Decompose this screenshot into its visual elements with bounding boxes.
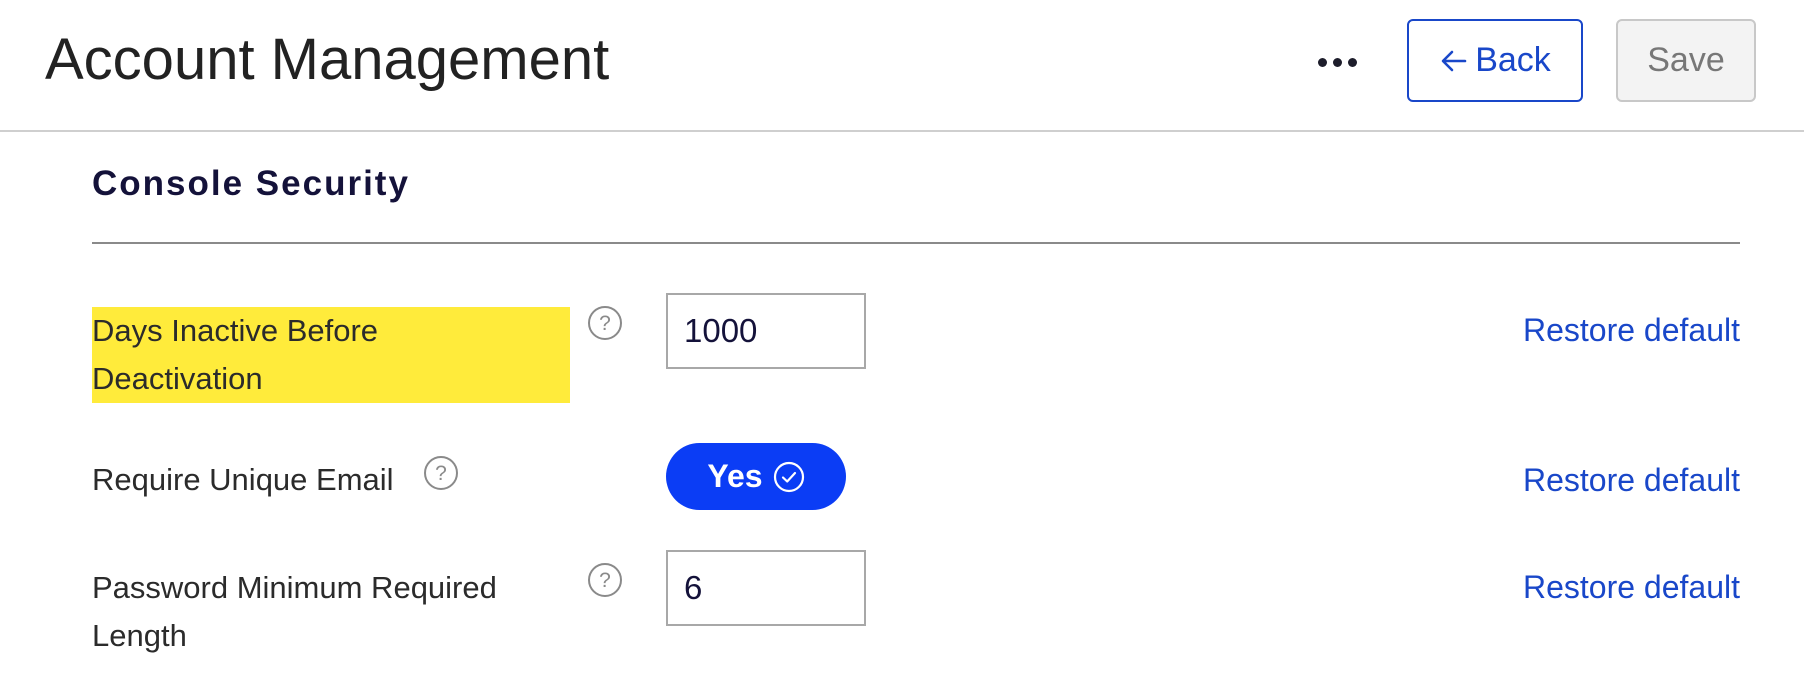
more-dot (1347, 57, 1357, 67)
page-header: Account Management Back Save (0, 0, 1804, 132)
back-button-label: Back (1475, 41, 1551, 79)
setting-label-line: Length (92, 618, 187, 653)
password-min-length-input[interactable] (666, 550, 866, 626)
svg-text:?: ? (599, 569, 611, 592)
restore-default-link-days-inactive[interactable]: Restore default (1523, 312, 1740, 349)
check-circle-icon (773, 461, 804, 492)
help-icon[interactable]: ? (587, 305, 623, 341)
section-title: Console Security (92, 164, 410, 203)
more-horizontal-icon (1317, 57, 1327, 67)
setting-label-line: Deactivation (92, 361, 263, 396)
setting-label-password-length: Password Minimum Required Length (92, 564, 497, 660)
unique-email-toggle[interactable]: Yes (666, 443, 846, 510)
restore-default-link-unique-email[interactable]: Restore default (1523, 462, 1740, 499)
toggle-label: Yes (707, 458, 763, 494)
help-icon[interactable]: ? (423, 455, 459, 491)
setting-label-line: Require Unique Email (92, 462, 394, 497)
section-divider (92, 242, 1740, 244)
more-options-button[interactable] (1312, 44, 1362, 80)
back-button[interactable]: Back (1407, 19, 1583, 102)
help-icon[interactable]: ? (587, 562, 623, 598)
svg-text:?: ? (599, 312, 611, 335)
days-inactive-input[interactable] (666, 293, 866, 369)
setting-label-unique-email: Require Unique Email (92, 456, 394, 504)
setting-label-days-inactive: Days Inactive Before Deactivation (92, 307, 570, 403)
restore-default-link-password-length[interactable]: Restore default (1523, 569, 1740, 606)
setting-label-line: Days Inactive Before (92, 313, 379, 348)
setting-label-line: Password Minimum Required (92, 570, 497, 605)
page-title: Account Management (45, 27, 610, 92)
save-button[interactable]: Save (1616, 19, 1756, 102)
arrow-left-icon (1441, 50, 1467, 71)
save-button-label: Save (1647, 41, 1725, 79)
svg-text:?: ? (435, 462, 447, 485)
more-dot (1332, 57, 1342, 67)
